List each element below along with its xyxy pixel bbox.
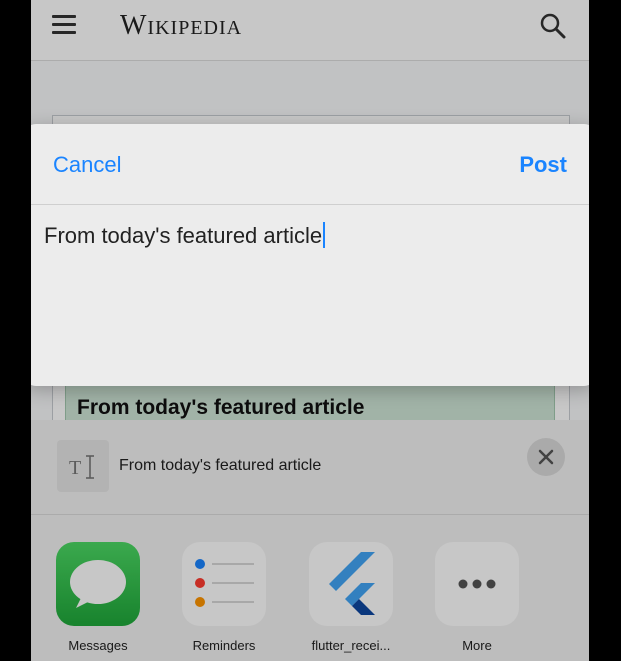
phone-screen: Wikipedia From today's featured article … <box>31 0 589 661</box>
compose-text: From today's featured article <box>44 223 323 248</box>
post-button[interactable]: Post <box>519 152 567 178</box>
compose-text-area[interactable]: From today's featured article <box>44 222 326 249</box>
cancel-button[interactable]: Cancel <box>53 152 121 178</box>
text-cursor <box>323 222 326 248</box>
compose-header: Cancel Post <box>31 124 589 205</box>
compose-dialog: Cancel Post From today's featured articl… <box>31 124 589 386</box>
